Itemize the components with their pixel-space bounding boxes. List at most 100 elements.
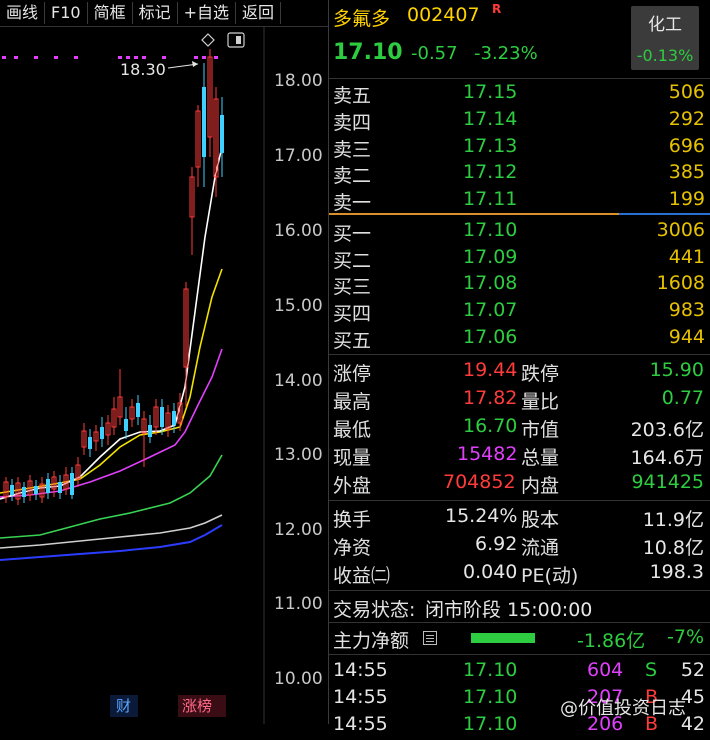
bid-price: 17.07 bbox=[463, 299, 518, 321]
mkt-cap-label: 市值 bbox=[521, 419, 560, 441]
candle-body bbox=[220, 115, 224, 153]
candle-body bbox=[160, 407, 164, 427]
total-vol-label: 总量 bbox=[521, 447, 560, 469]
outer-label: 外盘 bbox=[333, 475, 372, 497]
shares-value: 11.9亿 bbox=[642, 509, 704, 531]
bid-row[interactable]: 买五 17.06 944 bbox=[329, 325, 710, 352]
ask-volume: 385 bbox=[668, 161, 705, 183]
limit-up-label: 涨停 bbox=[333, 363, 372, 385]
nav-value: 6.92 bbox=[475, 533, 518, 555]
tick-price: 17.10 bbox=[463, 713, 518, 735]
ask-price: 17.14 bbox=[463, 108, 518, 130]
candle-body bbox=[88, 437, 92, 449]
last-price: 17.10 bbox=[333, 40, 403, 65]
tick-volume: 604 bbox=[587, 659, 624, 681]
cur-vol-value: 15482 bbox=[457, 443, 518, 465]
low-label: 最低 bbox=[333, 419, 372, 441]
tick-side: S bbox=[645, 659, 658, 681]
low-value: 16.70 bbox=[463, 415, 518, 437]
tick-time: 14:55 bbox=[333, 713, 388, 735]
y-axis-label: 17.00 bbox=[274, 146, 323, 166]
bid-label: 买三 bbox=[333, 276, 372, 298]
bid-volume: 441 bbox=[668, 246, 705, 268]
ask-row[interactable]: 卖二 17.12 385 bbox=[329, 160, 710, 187]
add-watchlist-button[interactable]: +自选 bbox=[178, 2, 237, 24]
bid-row[interactable]: 买三 17.08 1608 bbox=[329, 271, 710, 298]
pe-value: 198.3 bbox=[649, 561, 704, 583]
main-capital-label: 主力净额 bbox=[333, 630, 410, 652]
ask-row[interactable]: 卖四 17.14 292 bbox=[329, 107, 710, 134]
ask-row[interactable]: 卖三 17.13 696 bbox=[329, 134, 710, 161]
bid-row[interactable]: 买一 17.10 3006 bbox=[329, 218, 710, 245]
divider bbox=[329, 354, 710, 355]
back-button[interactable]: 返回 bbox=[236, 2, 282, 24]
tick-count: 52 bbox=[680, 659, 705, 681]
float-label: 流通 bbox=[521, 537, 560, 559]
mkt-cap-value: 203.6亿 bbox=[630, 419, 704, 441]
ask-label: 卖四 bbox=[333, 112, 372, 134]
ma-line-white bbox=[0, 146, 223, 500]
list-icon[interactable] bbox=[423, 631, 437, 645]
bid-label: 买一 bbox=[333, 223, 372, 245]
chart-svg: 18.00 17.00 16.00 15.00 14.00 13.00 12.0… bbox=[0, 27, 323, 724]
bid-price: 17.06 bbox=[463, 326, 518, 348]
ask-volume: 506 bbox=[668, 81, 705, 103]
y-axis-label: 14.00 bbox=[274, 371, 323, 391]
finance-tag: 财 bbox=[116, 697, 131, 715]
tick-price: 17.10 bbox=[463, 686, 518, 708]
high-marker-label: 18.30 bbox=[120, 60, 166, 79]
float-value: 10.8亿 bbox=[642, 537, 704, 559]
y-axis-label: 11.00 bbox=[274, 594, 323, 614]
trade-status-value: 闭市阶段 15:00:00 bbox=[425, 599, 593, 621]
bid-volume: 3006 bbox=[656, 219, 705, 241]
window-toggle-icon[interactable] bbox=[227, 32, 245, 48]
limit-up-value: 19.44 bbox=[463, 359, 518, 381]
vol-ratio-value: 0.77 bbox=[661, 387, 704, 409]
total-vol-value: 164.6万 bbox=[630, 447, 704, 469]
limit-down-value: 15.90 bbox=[649, 359, 704, 381]
f10-button[interactable]: F10 bbox=[45, 2, 88, 24]
ask-label: 卖五 bbox=[333, 85, 372, 107]
candle-body bbox=[100, 427, 104, 439]
diamond-icon[interactable] bbox=[201, 33, 215, 47]
ask-row[interactable]: 卖一 17.11 199 bbox=[329, 187, 710, 214]
ask-row[interactable]: 卖五 17.15 506 bbox=[329, 80, 710, 107]
ask-label: 卖三 bbox=[333, 139, 372, 161]
candle-body bbox=[10, 485, 14, 495]
y-axis-label: 10.00 bbox=[274, 669, 323, 689]
stock-code: 002407 bbox=[407, 4, 480, 26]
mark-button[interactable]: 标记 bbox=[133, 2, 178, 24]
divider bbox=[329, 500, 710, 501]
bid-row[interactable]: 买二 17.09 441 bbox=[329, 245, 710, 272]
turnover-label: 换手 bbox=[333, 509, 372, 531]
bid-volume: 983 bbox=[668, 299, 705, 321]
bid-volume: 944 bbox=[668, 326, 705, 348]
inner-label: 内盘 bbox=[521, 475, 560, 497]
bid-volume: 1608 bbox=[656, 272, 705, 294]
bid-ask-ratio-bar-right bbox=[619, 213, 710, 215]
sector-change: -0.13% bbox=[636, 46, 694, 65]
sector-box[interactable]: 化工 -0.13% bbox=[631, 6, 699, 70]
y-axis-label: 15.00 bbox=[274, 296, 323, 316]
sector-name: 化工 bbox=[648, 15, 682, 35]
tick-time: 14:55 bbox=[333, 659, 388, 681]
draw-line-button[interactable]: 画线 bbox=[0, 2, 46, 24]
ma-line-yellow bbox=[0, 268, 223, 494]
tick-price: 17.10 bbox=[463, 659, 518, 681]
stock-header: 多氟多 002407 R 17.10 -0.57 -3.23% 化工 -0.13… bbox=[329, 0, 710, 79]
simple-frame-button[interactable]: 简框 bbox=[88, 2, 133, 24]
bid-row[interactable]: 买四 17.07 983 bbox=[329, 298, 710, 325]
candle-body bbox=[34, 486, 38, 494]
bid-price: 17.10 bbox=[463, 219, 518, 241]
limit-down-label: 跌停 bbox=[521, 363, 560, 385]
candle-body bbox=[70, 473, 74, 495]
high-label: 最高 bbox=[333, 391, 372, 413]
tick-time: 14:55 bbox=[333, 686, 388, 708]
chart-toolbar: 画线 F10 简框 标记 +自选 返回 bbox=[0, 0, 328, 27]
watermark: @价值投资日志 bbox=[560, 698, 686, 719]
bid-label: 买二 bbox=[333, 250, 372, 272]
ma-line-magenta bbox=[0, 348, 223, 498]
cur-vol-label: 现量 bbox=[333, 447, 372, 469]
outer-value: 704852 bbox=[443, 471, 516, 493]
candlestick-chart[interactable]: 18.00 17.00 16.00 15.00 14.00 13.00 12.0… bbox=[0, 27, 328, 724]
